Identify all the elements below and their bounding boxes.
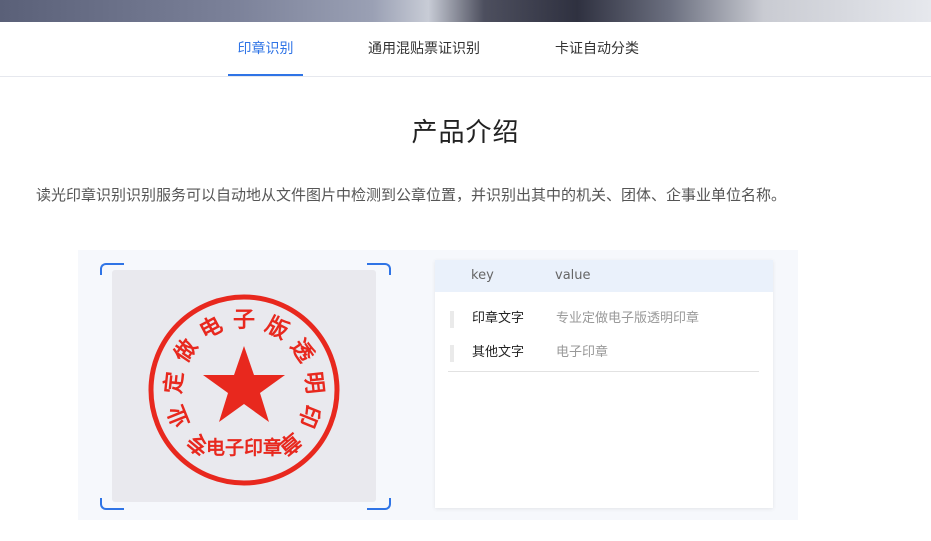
header-value: value xyxy=(555,268,591,283)
seal-ring-char: 电 xyxy=(195,312,227,345)
header-key: key xyxy=(471,268,494,283)
table-row: 其他文字 电子印章 xyxy=(448,336,759,370)
seal-ring-char: 子 xyxy=(233,307,255,333)
seal-ring-char: 业 xyxy=(163,401,195,431)
tab-bar: 印章识别 通用混贴票证识别 卡证自动分类 xyxy=(0,22,931,77)
seal-icon: 专业定做电子版透明印章 电子印章 xyxy=(148,294,340,486)
table-row: 印章文字 专业定做电子版透明印章 xyxy=(448,302,759,336)
row-key: 印章文字 xyxy=(472,311,525,326)
result-table: key value 印章文字 专业定做电子版透明印章 其他文字 电子印章 xyxy=(435,260,773,508)
table-divider xyxy=(448,371,759,372)
tab-card-classification[interactable]: 卡证自动分类 xyxy=(548,22,646,76)
row-marker xyxy=(450,311,454,328)
seal-ring-char: 定 xyxy=(160,370,188,395)
demo-panel: 专业定做电子版透明印章 电子印章 key value 印章文字 专业定做电子版透… xyxy=(78,250,798,520)
seal-ring-char: 透 xyxy=(285,335,319,369)
row-key: 其他文字 xyxy=(472,345,525,360)
table-header: key value xyxy=(435,260,773,292)
seal-ring-char: 印 xyxy=(293,401,325,431)
row-marker xyxy=(450,345,454,362)
tab-mixed-ticket-recognition[interactable]: 通用混贴票证识别 xyxy=(358,22,490,76)
top-banner-image xyxy=(0,0,931,22)
row-value: 电子印章 xyxy=(556,345,609,360)
seal-ring-char: 做 xyxy=(169,334,204,368)
tab-seal-recognition[interactable]: 印章识别 xyxy=(228,22,303,76)
stamp-image: 专业定做电子版透明印章 电子印章 xyxy=(112,270,376,502)
row-value: 专业定做电子版透明印章 xyxy=(556,311,700,326)
seal-ring-char: 明 xyxy=(300,370,328,395)
section-description: 读光印章识别识别服务可以自动地从文件图片中检测到公章位置，并识别出其中的机关、团… xyxy=(36,186,787,204)
section-title: 产品介绍 xyxy=(411,118,520,148)
seal-ring-char: 版 xyxy=(261,312,293,345)
seal-center-text: 电子印章 xyxy=(206,436,282,459)
